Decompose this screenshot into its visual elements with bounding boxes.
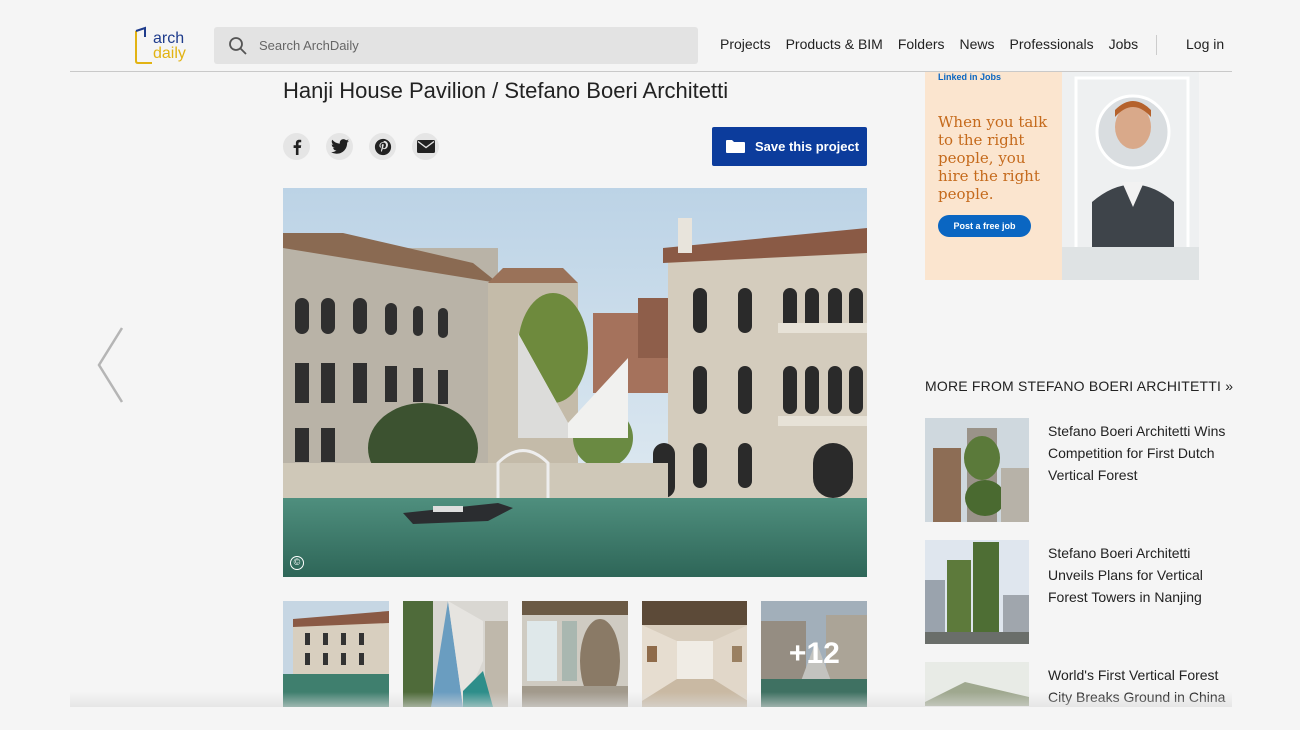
nav-professionals[interactable]: Professionals [1010, 36, 1094, 52]
related-project-title[interactable]: Stefano Boeri Architetti Unveils Plans f… [1048, 542, 1234, 608]
related-project-title[interactable]: Stefano Boeri Architetti Wins Competitio… [1048, 420, 1234, 486]
nav-folders[interactable]: Folders [898, 36, 945, 52]
search-bar[interactable] [214, 27, 698, 64]
page: { "logo": {"line1": "arch", "line2": "da… [0, 0, 1300, 730]
site-header: arch daily Projects Products & BIM Folde… [70, 0, 1232, 72]
main-nav: Projects Products & BIM Folders News Pro… [720, 36, 1153, 52]
nav-products-bim[interactable]: Products & BIM [786, 36, 883, 52]
login-link[interactable]: Log in [1186, 36, 1224, 52]
ad-person-image [1062, 72, 1199, 280]
more-from-heading[interactable]: MORE FROM STEFANO BOERI ARCHITETTI » [925, 378, 1233, 394]
email-icon [416, 140, 435, 153]
search-input[interactable] [259, 27, 679, 64]
copyright-icon: © [290, 556, 304, 570]
hero-photo [283, 188, 867, 577]
nav-news[interactable]: News [960, 36, 995, 52]
share-bar [283, 133, 439, 160]
previous-arrow-icon[interactable] [96, 326, 126, 404]
archdaily-logo[interactable]: arch daily [133, 25, 195, 65]
linkedin-ad[interactable]: Linked in Jobs When you talk to the righ… [925, 72, 1199, 280]
ad-brand: Linked in Jobs [938, 72, 1002, 82]
search-icon[interactable] [228, 36, 248, 56]
nav-projects[interactable]: Projects [720, 36, 771, 52]
save-project-button[interactable]: Save this project [712, 127, 867, 166]
page-title: Hanji House Pavilion / Stefano Boeri Arc… [283, 78, 729, 103]
related-thumbnail [925, 540, 1029, 644]
ad-photo [1062, 72, 1199, 280]
ad-headline: When you talk to the right people, you h… [938, 113, 1048, 203]
hero-image[interactable] [283, 188, 867, 577]
pinterest-share-button[interactable] [369, 133, 396, 160]
facebook-share-button[interactable] [283, 133, 310, 160]
save-project-label: Save this project [755, 139, 860, 154]
bottom-fade [70, 692, 1232, 707]
related-image [925, 418, 1029, 522]
twitter-icon [330, 139, 349, 154]
folder-icon [726, 140, 745, 153]
twitter-share-button[interactable] [326, 133, 353, 160]
related-project-1[interactable]: Stefano Boeri Architetti Wins Competitio… [925, 418, 1230, 522]
ad-cta-button[interactable]: Post a free job [938, 215, 1031, 237]
related-thumbnail [925, 418, 1029, 522]
nav-divider [1156, 35, 1157, 55]
related-project-2[interactable]: Stefano Boeri Architetti Unveils Plans f… [925, 540, 1230, 644]
pinterest-icon [374, 138, 391, 155]
nav-jobs[interactable]: Jobs [1109, 36, 1139, 52]
email-share-button[interactable] [412, 133, 439, 160]
related-image [925, 540, 1029, 644]
logo-text-daily: daily [153, 45, 186, 62]
facebook-icon [293, 139, 301, 155]
